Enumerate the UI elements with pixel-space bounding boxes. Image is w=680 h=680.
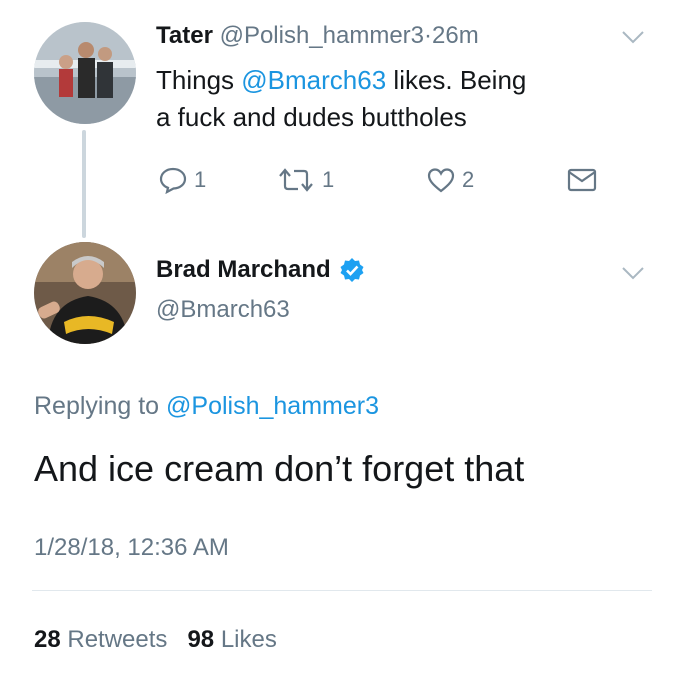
like-total: 98 <box>187 626 215 653</box>
like-action-button[interactable]: 2 <box>426 166 474 194</box>
avatar-brad-marchand[interactable] <box>34 242 136 344</box>
retweet-icon <box>279 168 313 192</box>
main-handle[interactable]: @Bmarch63 <box>156 296 290 324</box>
reply-time[interactable]: 26m <box>432 22 479 49</box>
reply-count: 1 <box>194 167 207 192</box>
retweets-label: Retweets <box>67 626 168 653</box>
reply-text-line1: Things @Bmarch63 likes. Being <box>156 62 626 99</box>
reply-mention-link[interactable]: @Bmarch63 <box>241 65 386 95</box>
reply-text-line2: a fuck and dudes buttholes <box>156 102 467 132</box>
engagement-stats: 28 Retweets 98 Likes <box>34 626 277 654</box>
retweets-stat[interactable]: 28 Retweets <box>34 626 174 653</box>
retweet-action-button[interactable]: 1 <box>276 166 334 194</box>
reply-handle[interactable]: @Polish_hammer3 <box>220 22 424 49</box>
likes-label: Likes <box>220 626 277 653</box>
envelope-icon <box>567 168 597 192</box>
avatar-brad-marchand-image <box>34 242 136 344</box>
stats-divider <box>32 590 652 591</box>
reply-text-rest: likes. Being <box>393 65 527 95</box>
reply-display-name[interactable]: Tater <box>156 22 213 49</box>
reply-action-button[interactable]: 1 <box>158 166 206 194</box>
main-tweet-text: And ice cream don’t forget that <box>34 448 525 489</box>
likes-stat[interactable]: 98 Likes <box>187 626 276 653</box>
chevron-down-icon[interactable] <box>620 264 646 282</box>
direct-message-button[interactable] <box>566 166 598 194</box>
avatar-tater-image <box>34 22 136 124</box>
reply-icon <box>159 167 187 194</box>
retweet-count: 1 <box>322 167 335 192</box>
main-tweet-author: Brad Marchand <box>156 256 365 284</box>
replying-to-label: Replying to <box>34 392 160 420</box>
retweet-total: 28 <box>34 626 61 653</box>
reply-separator: · <box>424 22 433 49</box>
tweet-timestamp[interactable]: 1/28/18, 12:36 AM <box>34 534 229 562</box>
replying-to-handle-link[interactable]: @Polish_hammer3 <box>166 392 379 420</box>
avatar-tater[interactable] <box>34 22 136 124</box>
reply-text-prefix: Things <box>156 65 235 95</box>
thread-connector-line <box>82 130 86 238</box>
chevron-down-icon[interactable] <box>620 28 646 46</box>
verified-badge-icon <box>340 258 364 282</box>
reply-tweet-text: Things @Bmarch63 likes. Being a fuck and… <box>156 62 626 136</box>
like-count: 2 <box>462 167 475 192</box>
replying-to-line: Replying to @Polish_hammer3 <box>34 392 379 421</box>
heart-icon <box>427 168 455 193</box>
reply-tweet-header: Tater @Polish_hammer3·26m <box>156 22 479 50</box>
main-display-name[interactable]: Brad Marchand <box>156 256 331 284</box>
